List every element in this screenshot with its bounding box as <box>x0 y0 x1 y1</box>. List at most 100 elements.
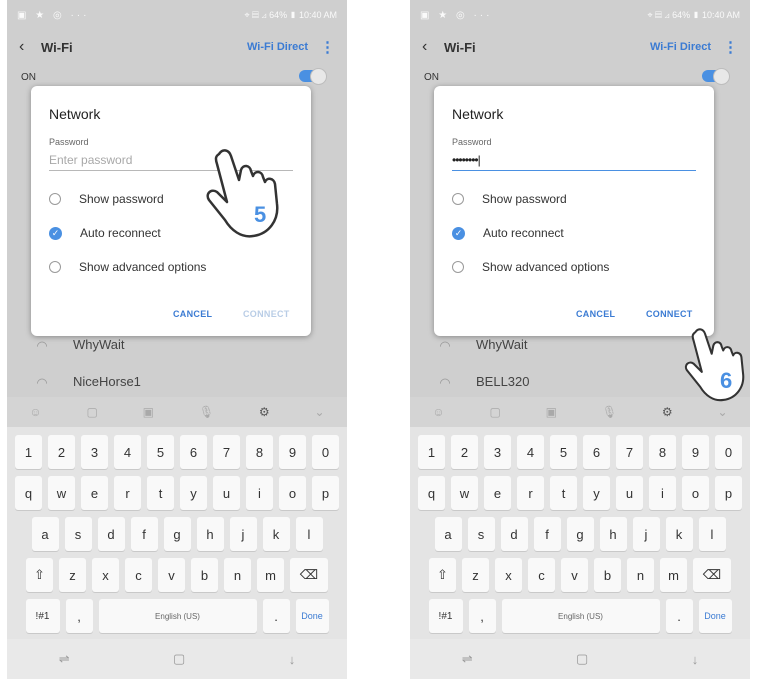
key[interactable]: 3 <box>81 435 108 469</box>
key[interactable]: f <box>130 517 158 551</box>
wifi-direct-link[interactable]: Wi-Fi Direct <box>247 41 308 53</box>
key[interactable]: 4 <box>114 435 141 469</box>
key[interactable]: r <box>517 476 544 510</box>
key[interactable]: 9 <box>682 435 709 469</box>
key[interactable]: 9 <box>279 435 306 469</box>
connect-button[interactable]: CONNECT <box>243 309 290 319</box>
sticker-icon[interactable]: ▢ <box>87 405 98 419</box>
show-password-checkbox[interactable] <box>452 193 464 205</box>
recent-apps-icon[interactable]: ⇌ <box>59 651 70 667</box>
key[interactable]: m <box>257 558 284 592</box>
space-key[interactable]: English (US) <box>98 599 257 633</box>
wifi-direct-link[interactable]: Wi-Fi Direct <box>650 41 711 53</box>
key[interactable]: w <box>48 476 75 510</box>
back-icon[interactable]: ↓ <box>692 652 699 667</box>
key[interactable]: a <box>434 517 462 551</box>
key[interactable]: y <box>180 476 207 510</box>
advanced-options-option[interactable]: Show advanced options <box>49 260 206 274</box>
key[interactable]: h <box>599 517 627 551</box>
cancel-button[interactable]: CANCEL <box>173 309 212 319</box>
key[interactable]: l <box>295 517 323 551</box>
key[interactable]: v <box>561 558 588 592</box>
key[interactable]: c <box>125 558 152 592</box>
symbols-key[interactable]: !#1 <box>25 599 60 633</box>
key[interactable]: a <box>31 517 59 551</box>
checkmark-icon[interactable]: ✓ <box>452 226 465 240</box>
key[interactable]: k <box>262 517 290 551</box>
key[interactable]: 8 <box>649 435 676 469</box>
key[interactable]: u <box>616 476 643 510</box>
period-key[interactable]: . <box>262 599 290 633</box>
checkmark-icon[interactable]: ✓ <box>49 226 62 240</box>
key[interactable]: v <box>158 558 185 592</box>
show-password-option[interactable]: Show password <box>452 192 567 206</box>
image-icon[interactable]: ▣ <box>143 405 154 419</box>
gear-icon[interactable]: ⚙ <box>259 405 270 419</box>
key[interactable]: 0 <box>715 435 742 469</box>
key[interactable]: p <box>312 476 339 510</box>
key[interactable]: z <box>59 558 86 592</box>
key[interactable]: 5 <box>147 435 174 469</box>
key[interactable]: o <box>682 476 709 510</box>
key[interactable]: b <box>191 558 218 592</box>
key[interactable]: j <box>229 517 257 551</box>
more-options-icon[interactable]: ⋮ <box>320 38 335 56</box>
key[interactable]: m <box>660 558 687 592</box>
key[interactable]: d <box>97 517 125 551</box>
more-options-icon[interactable]: ⋮ <box>723 38 738 56</box>
list-item[interactable]: ◠ NiceHorse1 <box>7 363 347 400</box>
key[interactable]: i <box>649 476 676 510</box>
key[interactable]: t <box>147 476 174 510</box>
key[interactable]: y <box>583 476 610 510</box>
done-key[interactable]: Done <box>295 599 329 633</box>
show-password-option[interactable]: Show password <box>49 192 164 206</box>
key[interactable]: r <box>114 476 141 510</box>
key[interactable]: u <box>213 476 240 510</box>
key[interactable]: 6 <box>583 435 610 469</box>
key[interactable]: t <box>550 476 577 510</box>
period-key[interactable]: . <box>665 599 693 633</box>
chevron-down-icon[interactable]: ⌄ <box>315 405 325 419</box>
key[interactable]: 8 <box>246 435 273 469</box>
key[interactable]: 3 <box>484 435 511 469</box>
cancel-button[interactable]: CANCEL <box>576 309 615 319</box>
key[interactable]: n <box>627 558 654 592</box>
wifi-toggle[interactable] <box>702 68 730 85</box>
advanced-options-checkbox[interactable] <box>49 261 61 273</box>
key[interactable]: w <box>451 476 478 510</box>
key[interactable]: 6 <box>180 435 207 469</box>
password-input[interactable] <box>452 150 696 171</box>
key[interactable]: 1 <box>15 435 42 469</box>
key[interactable]: q <box>15 476 42 510</box>
space-key[interactable]: English (US) <box>501 599 660 633</box>
key[interactable]: l <box>698 517 726 551</box>
shift-key[interactable]: ⇧ <box>429 558 456 592</box>
key[interactable]: c <box>528 558 555 592</box>
key[interactable]: q <box>418 476 445 510</box>
recent-apps-icon[interactable]: ⇌ <box>462 651 473 667</box>
key[interactable]: s <box>64 517 92 551</box>
comma-key[interactable]: , <box>65 599 93 633</box>
key[interactable]: i <box>246 476 273 510</box>
key[interactable]: 2 <box>48 435 75 469</box>
key[interactable]: d <box>500 517 528 551</box>
key[interactable]: g <box>566 517 594 551</box>
key[interactable]: n <box>224 558 251 592</box>
wifi-toggle[interactable] <box>299 68 327 85</box>
emoji-icon[interactable]: ☺ <box>432 405 444 419</box>
advanced-options-checkbox[interactable] <box>452 261 464 273</box>
sticker-icon[interactable]: ▢ <box>490 405 501 419</box>
key[interactable]: o <box>279 476 306 510</box>
key[interactable]: 1 <box>418 435 445 469</box>
key[interactable]: e <box>81 476 108 510</box>
key[interactable]: s <box>467 517 495 551</box>
auto-reconnect-option[interactable]: ✓ Auto reconnect <box>452 226 564 240</box>
key[interactable]: 7 <box>616 435 643 469</box>
backspace-key[interactable]: ⌫ <box>290 558 328 592</box>
key[interactable]: g <box>163 517 191 551</box>
key[interactable]: x <box>495 558 522 592</box>
key[interactable]: 5 <box>550 435 577 469</box>
emoji-icon[interactable]: ☺ <box>29 405 41 419</box>
key[interactable]: j <box>632 517 660 551</box>
comma-key[interactable]: , <box>468 599 496 633</box>
